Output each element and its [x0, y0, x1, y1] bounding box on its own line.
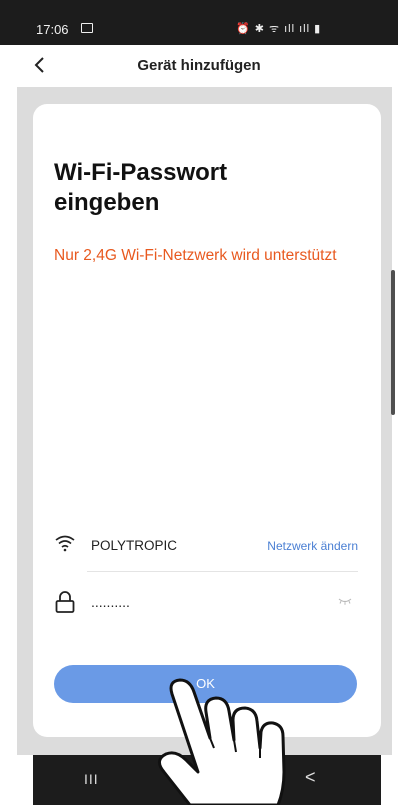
change-network-link[interactable]: Netzwerk ändern: [267, 539, 358, 553]
tap-hand-icon: [158, 678, 286, 805]
page-title: Gerät hinzufügen: [137, 57, 261, 74]
wifi-password-card: Wi-Fi-Passwort eingeben Nur 2,4G Wi-Fi-N…: [33, 104, 381, 737]
recent-apps-button[interactable]: III: [84, 771, 99, 787]
status-bar: 17:06 ⏰ ✱ ᯤ ıll ıll ▮: [0, 0, 398, 45]
scrollbar-thumb[interactable]: [391, 270, 395, 415]
gallery-icon: [81, 23, 93, 33]
card-title: Wi-Fi-Passwort eingeben: [54, 159, 228, 216]
app-header: Gerät hinzufügen: [0, 45, 398, 87]
eye-closed-icon[interactable]: [338, 596, 352, 606]
status-icons: ⏰ ✱ ᯤ ıll ıll ▮: [236, 23, 322, 35]
wifi-network-row: POLYTROPIC Netzwerk ändern: [54, 528, 358, 564]
divider: [87, 571, 358, 572]
lock-icon: [55, 591, 75, 613]
frequency-warning: Nur 2,4G Wi-Fi-Netzwerk wird unterstützt: [54, 247, 337, 264]
network-name: POLYTROPIC: [91, 538, 178, 553]
status-time: 17:06: [36, 22, 69, 37]
password-row: [54, 586, 358, 620]
password-input[interactable]: [91, 592, 311, 612]
wifi-icon: [55, 535, 75, 552]
